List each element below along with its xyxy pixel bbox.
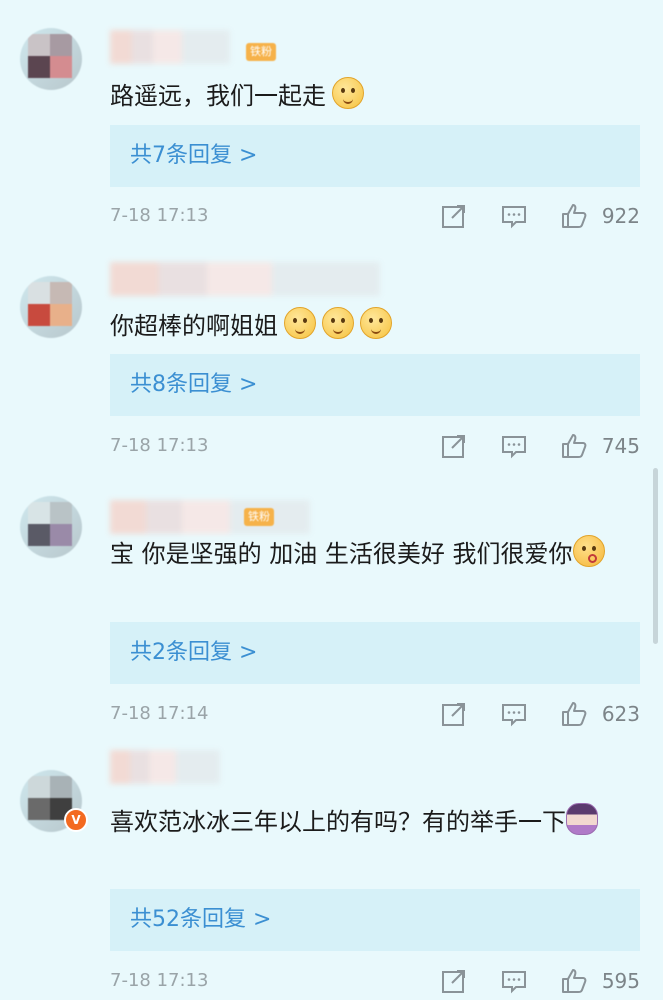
- like-icon[interactable]: [560, 202, 588, 230]
- comment-text: 路遥远，我们一起走: [110, 74, 640, 118]
- avatar[interactable]: [20, 276, 82, 338]
- like-icon[interactable]: [560, 700, 588, 728]
- comment-meta: 7-18 17:13 922: [110, 199, 640, 233]
- avatar[interactable]: [20, 28, 82, 90]
- share-icon[interactable]: [440, 700, 468, 728]
- username-blurred[interactable]: [110, 30, 230, 64]
- fan-badge: 铁粉: [244, 508, 274, 526]
- comment-body: 路遥远，我们一起走: [110, 82, 326, 110]
- like-icon[interactable]: [560, 432, 588, 460]
- reply-summary[interactable]: 共8条回复 >: [110, 354, 640, 416]
- pleading-emoji-icon: [360, 307, 392, 339]
- like-count: 595: [601, 969, 640, 993]
- raising-hand-emoji-icon: [566, 803, 598, 835]
- view-replies-link[interactable]: 共7条回复 >: [130, 125, 257, 187]
- comment-icon[interactable]: [500, 700, 528, 728]
- reply-summary[interactable]: 共7条回复 >: [110, 125, 640, 187]
- comment-body: 你超棒的啊姐姐: [110, 312, 278, 340]
- kiss-emoji-icon: [572, 535, 605, 567]
- like-count: 623: [601, 702, 640, 726]
- scrollbar[interactable]: [653, 468, 658, 644]
- share-icon[interactable]: [440, 202, 468, 230]
- pleading-emoji-icon: [322, 307, 354, 339]
- comment-icon[interactable]: [500, 432, 528, 460]
- comment-text: 宝 你是坚强的 加油 生活很美好 我们很爱你: [110, 532, 640, 576]
- like-icon[interactable]: [560, 967, 588, 995]
- action-bar: 623: [440, 697, 640, 731]
- comment-body: 宝 你是坚强的 加油 生活很美好 我们很爱你: [110, 540, 573, 568]
- like-count: 745: [601, 434, 640, 458]
- action-bar: 595: [440, 964, 640, 998]
- comment-icon[interactable]: [500, 202, 528, 230]
- pleading-emoji-icon: [284, 307, 316, 339]
- reply-summary[interactable]: 共52条回复 >: [110, 889, 640, 951]
- view-replies-link[interactable]: 共2条回复 >: [130, 622, 257, 684]
- share-icon[interactable]: [440, 967, 468, 995]
- timestamp: 7-18 17:13: [110, 205, 209, 226]
- timestamp: 7-18 17:13: [110, 435, 209, 456]
- share-icon[interactable]: [440, 432, 468, 460]
- username-blurred[interactable]: [110, 500, 310, 534]
- username-blurred[interactable]: [110, 262, 380, 296]
- comment-icon[interactable]: [500, 967, 528, 995]
- comment-meta: 7-18 17:13 595: [110, 964, 640, 998]
- username-blurred[interactable]: [110, 750, 220, 784]
- smiley-emoji-icon: [332, 77, 364, 109]
- comment-body: 喜欢范冰冰三年以上的有吗？有的举手一下: [110, 808, 566, 836]
- comment-meta: 7-18 17:13 745: [110, 429, 640, 463]
- avatar[interactable]: [20, 496, 82, 558]
- timestamp: 7-18 17:14: [110, 703, 209, 724]
- timestamp: 7-18 17:13: [110, 970, 209, 991]
- action-bar: 922: [440, 199, 640, 233]
- verified-badge-icon: V: [64, 808, 88, 832]
- fan-badge: 铁粉: [246, 43, 276, 61]
- comment-meta: 7-18 17:14 623: [110, 697, 640, 731]
- action-bar: 745: [440, 429, 640, 463]
- comment-feed: 铁粉 路遥远，我们一起走 共7条回复 > 7-18 17:13 922 你超棒的…: [0, 0, 663, 1000]
- comment-text: 你超棒的啊姐姐: [110, 304, 640, 348]
- view-replies-link[interactable]: 共8条回复 >: [130, 354, 257, 416]
- reply-summary[interactable]: 共2条回复 >: [110, 622, 640, 684]
- like-count: 922: [601, 204, 640, 228]
- comment-text: 喜欢范冰冰三年以上的有吗？有的举手一下: [110, 800, 640, 844]
- view-replies-link[interactable]: 共52条回复 >: [130, 889, 271, 951]
